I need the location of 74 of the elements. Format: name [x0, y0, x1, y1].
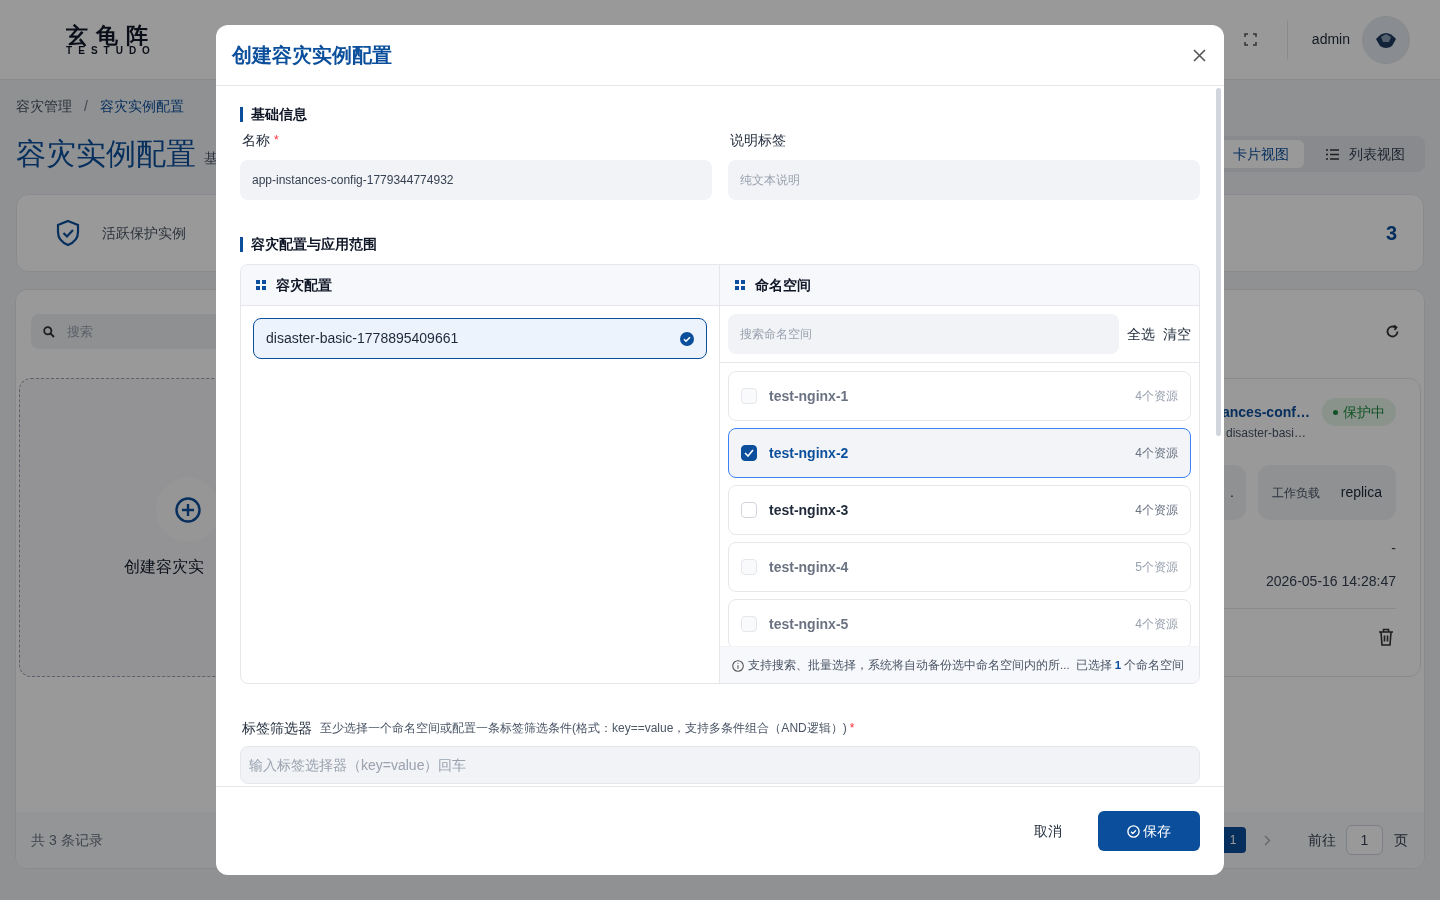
breadcrumb-item[interactable]: 容灾实例配置	[99, 96, 184, 116]
check-circle-icon	[680, 331, 694, 346]
resource-count: 5个资源	[1135, 559, 1178, 576]
column-title: 命名空间	[755, 275, 811, 295]
breadcrumb-separator: /	[84, 97, 88, 116]
close-icon[interactable]	[1193, 48, 1206, 62]
grid-icon	[735, 280, 745, 290]
name-input[interactable]: app-instances-config-1779344774932	[240, 160, 712, 200]
stats-value: 3	[1385, 221, 1397, 246]
namespace-item[interactable]: test-nginx-2 4个资源	[728, 428, 1191, 478]
grid-icon	[256, 280, 266, 290]
dialog-title: 创建容灾实例配置	[232, 43, 392, 68]
search-icon	[43, 325, 55, 338]
section-title: 基础信息	[251, 104, 307, 124]
resource-count: 4个资源	[1135, 616, 1178, 633]
user-name[interactable]: admin	[1311, 29, 1350, 50]
metric-label: 工作负载	[1272, 484, 1320, 502]
view-tab[interactable]: 列表视图	[1304, 140, 1421, 168]
plus-circle-icon	[175, 497, 201, 523]
page-title: 容灾实例配置	[16, 136, 196, 172]
select-all-button[interactable]: 全选	[1127, 323, 1155, 345]
check-icon	[744, 449, 754, 457]
instance-field: 2026-05-16 14:28:47	[1266, 571, 1396, 592]
info-icon	[732, 659, 744, 672]
total-count: 共 3 条记录	[31, 830, 103, 850]
chevron-right-icon[interactable]	[1264, 834, 1271, 846]
namespace-name: test-nginx-1	[769, 386, 849, 406]
check-circle-icon	[1127, 824, 1140, 838]
instance-title: ances-conf…	[1222, 402, 1310, 422]
avatar[interactable]	[1362, 15, 1410, 64]
create-card-label: 创建容灾实	[123, 557, 204, 577]
namespace-hint: 支持搜索、批量选择，系统将自动备份选中命名空间内的所...	[748, 657, 1070, 673]
cancel-button[interactable]: 取消	[1020, 811, 1076, 851]
resource-count: 4个资源	[1135, 502, 1178, 519]
refresh-icon[interactable]	[1385, 324, 1400, 339]
resource-count: 4个资源	[1135, 388, 1178, 405]
field-label: 标签筛选器	[242, 718, 312, 738]
goto-page-field[interactable]: 1	[1346, 825, 1383, 855]
scrollbar-thumb[interactable]	[1216, 88, 1221, 436]
stats-label: 活跃保护实例	[102, 223, 186, 243]
column-title: 容灾配置	[276, 275, 332, 295]
logo-text: 玄龟阵	[66, 23, 156, 46]
save-button[interactable]: 保存	[1098, 811, 1200, 851]
note-input[interactable]: 纯文本说明	[728, 160, 1200, 200]
checkbox[interactable]	[741, 445, 757, 461]
goto-suffix: 页	[1394, 830, 1408, 850]
namespace-name: test-nginx-5	[769, 614, 849, 634]
goto-label: 前往	[1308, 830, 1336, 850]
fullscreen-icon[interactable]	[1243, 33, 1257, 46]
resource-count: 4个资源	[1135, 445, 1178, 462]
metric-value: .	[1230, 483, 1234, 502]
logo-subtext: TESTUDO	[66, 45, 156, 56]
instance-subtitle: disaster-basi…	[1226, 425, 1308, 442]
shield-check-icon	[55, 219, 81, 247]
label-selector-input[interactable]: 输入标签选择器（key=value）回车	[240, 746, 1200, 784]
namespace-name: test-nginx-3	[769, 500, 849, 520]
breadcrumb-item[interactable]: 容灾管理	[16, 96, 72, 116]
namespace-item[interactable]: test-nginx-3 4个资源	[728, 485, 1191, 535]
field-label: 名称	[242, 130, 270, 150]
field-label: 说明标签	[730, 130, 786, 150]
namespace-search-field[interactable]: 搜索命名空间	[728, 314, 1119, 354]
section-title: 容灾配置与应用范围	[251, 234, 377, 254]
config-option[interactable]: disaster-basic-1778895409661	[253, 318, 707, 359]
required-mark: *	[849, 720, 855, 737]
required-mark: *	[274, 132, 279, 149]
metric-value: replica	[1340, 483, 1382, 502]
clear-button[interactable]: 清空	[1163, 323, 1191, 345]
list-icon	[1326, 148, 1339, 160]
namespace-name: test-nginx-4	[769, 557, 849, 577]
filter-hint: 至少选择一个命名空间或配置一条标签筛选条件(格式：key==value，支持多条件组合（AND逻辑）)	[320, 720, 847, 737]
namespace-name: test-nginx-2	[769, 443, 849, 463]
trash-icon[interactable]	[1378, 628, 1394, 646]
status-badge: 保护中	[1322, 398, 1396, 426]
instance-field: -	[1391, 538, 1396, 559]
